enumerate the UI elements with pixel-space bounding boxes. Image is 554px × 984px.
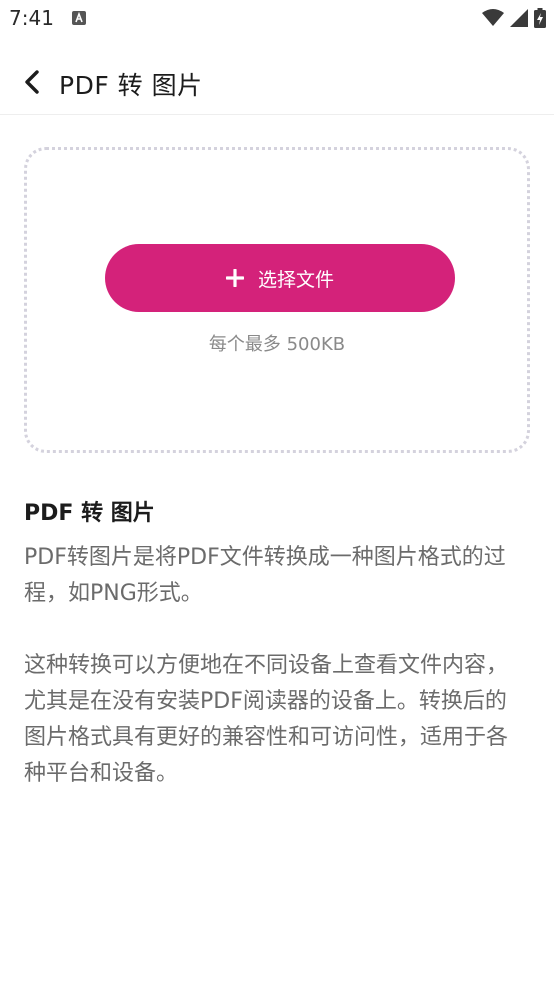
select-file-label: 选择文件: [257, 269, 334, 291]
page-title: PDF 转 图片: [59, 71, 203, 100]
text-a-icon: [72, 11, 86, 25]
info-heading: PDF 转 图片: [24, 501, 155, 526]
file-drop-zone[interactable]: 选择文件 每个最多 500KB: [24, 147, 530, 453]
app-bar: PDF 转 图片: [0, 38, 554, 115]
wifi-icon: [482, 9, 504, 26]
signal-icon: [510, 9, 528, 27]
info-paragraph-2: 这种转换可以方便地在不同设备上查看文件内容，尤其是在没有安装PDF阅读器的设备上…: [24, 653, 509, 786]
status-bar: 7:41: [0, 0, 554, 38]
info-description: PDF转图片是将PDF文件转换成一种图片格式的过程，如PNG形式。 这种转换可以…: [24, 540, 524, 792]
select-file-button[interactable]: 选择文件: [105, 244, 455, 312]
plus-icon: [225, 269, 244, 287]
status-icons: [482, 7, 546, 29]
back-button[interactable]: [14, 64, 50, 100]
file-size-limit: 每个最多 500KB: [208, 334, 346, 355]
info-paragraph-1: PDF转图片是将PDF文件转换成一种图片格式的过程，如PNG形式。: [24, 545, 506, 606]
chevron-left-icon: [25, 70, 39, 94]
status-time: 7:41: [9, 6, 54, 30]
battery-charging-icon: [534, 8, 546, 28]
